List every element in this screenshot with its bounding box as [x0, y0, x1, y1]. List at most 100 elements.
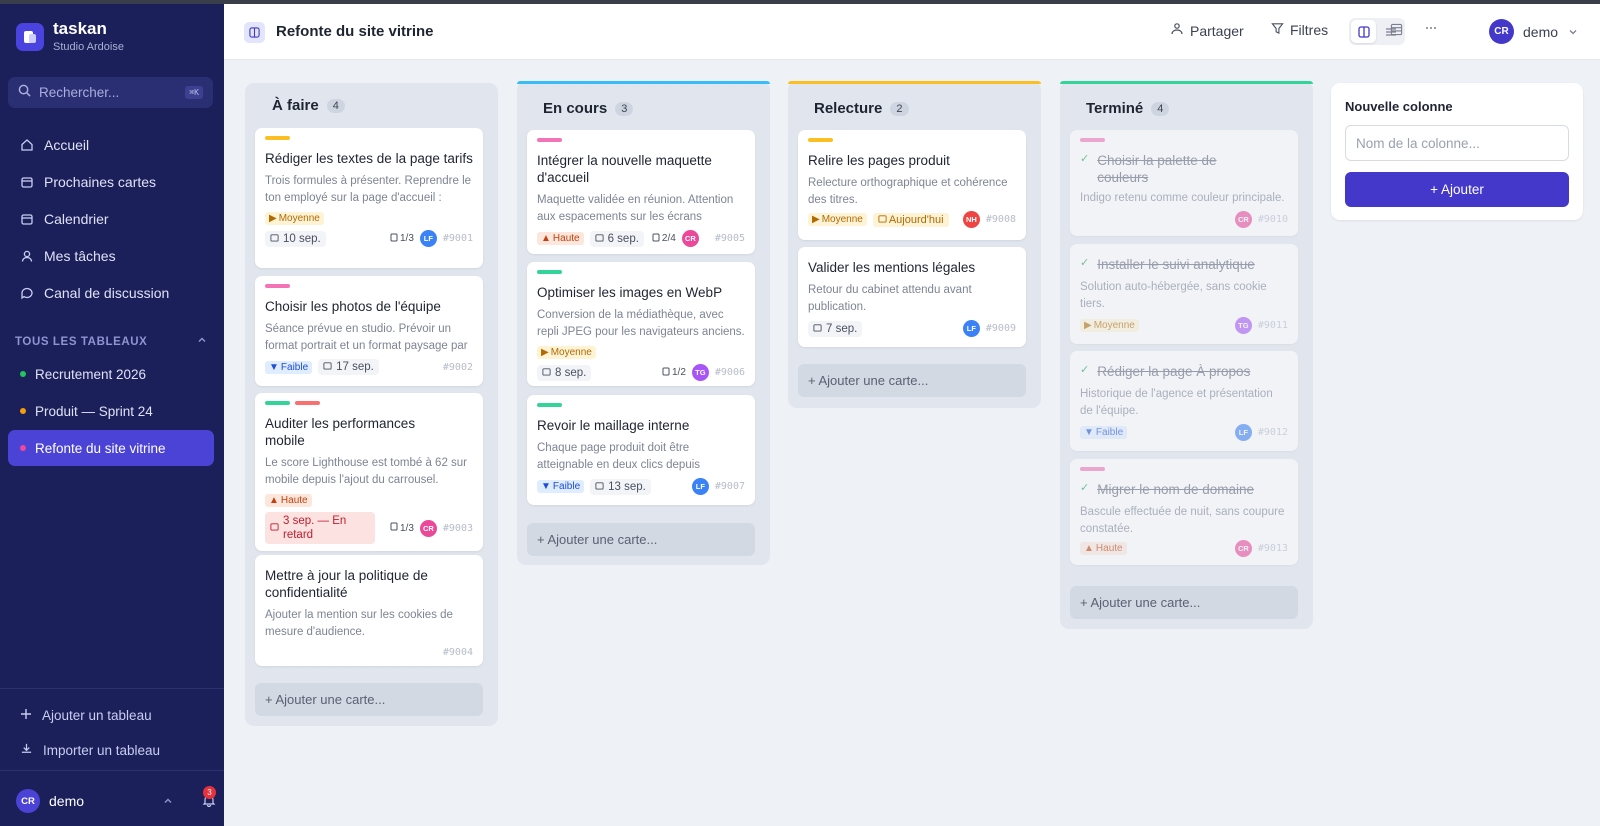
card-id: #9001	[442, 233, 473, 244]
window-top-edge	[0, 0, 1600, 4]
card[interactable]: Revoir le maillage interne Chaque page p…	[527, 395, 755, 505]
check-icon: ✓	[1080, 257, 1090, 269]
column-count-badge: 4	[326, 98, 345, 113]
priority-label: Haute	[552, 233, 580, 244]
assignee-avatar[interactable]: NH	[962, 211, 980, 228]
card-completed[interactable]: ✓ Installer le suivi analytique Solution…	[1070, 244, 1298, 344]
filters-label: Filtres	[1290, 22, 1329, 38]
column-header[interactable]: À faire 4	[272, 97, 345, 114]
nav-item-home[interactable]: Accueil	[8, 126, 214, 163]
add-card-button[interactable]: + Ajouter une carte...	[255, 683, 483, 716]
card[interactable]: Choisir les photos de l'équipe Séance pr…	[255, 276, 483, 386]
card-meta: ▼ Faible 17 sep. #9002	[265, 359, 473, 375]
add-board-button[interactable]: Ajouter un tableau	[20, 708, 152, 723]
brand[interactable]: taskan Studio Ardoise	[16, 20, 124, 53]
due-date: Aujourd'hui	[888, 213, 944, 226]
column-relecture: Relecture 2 Relire les pages produit Rel…	[788, 81, 1041, 408]
card-labels	[1080, 138, 1288, 143]
share-button[interactable]: Partager	[1170, 22, 1244, 39]
card-meta: 8 sep. 1/2 TG #9006	[537, 364, 745, 381]
kanban-view-button[interactable]	[1351, 20, 1376, 43]
board-label: Produit — Sprint 24	[35, 403, 153, 419]
column-header[interactable]: Terminé 4	[1086, 100, 1170, 117]
card-tags: ▲ Haute	[265, 494, 473, 507]
card[interactable]: Relire les pages produit Relecture ortho…	[798, 130, 1026, 240]
assignee-avatar[interactable]: LF	[1234, 424, 1252, 441]
card-meta: ▼ Faible 13 sep. LF #9007	[537, 478, 745, 495]
assignee-avatar[interactable]: TG	[1234, 317, 1252, 334]
table-view-button[interactable]	[1390, 23, 1403, 39]
column-header[interactable]: Relecture 2	[814, 100, 909, 117]
filters-button[interactable]: Filtres	[1271, 22, 1328, 38]
assignee-avatar[interactable]: LF	[419, 230, 437, 247]
card-id: #9011	[1257, 320, 1288, 331]
column-title: En cours	[543, 100, 608, 117]
nav-item-discussion[interactable]: Canal de discussion	[8, 274, 214, 311]
user-account-menu[interactable]: CR demo	[1489, 19, 1578, 44]
nav-item-calendar[interactable]: Calendrier	[8, 200, 214, 237]
card-meta: CR #9010	[1080, 211, 1288, 228]
nav-item-my-tasks[interactable]: Mes tâches	[8, 237, 214, 274]
home-icon	[20, 138, 34, 152]
priority-badge: ▶ Moyenne	[265, 212, 324, 225]
due-date: 3 sep. — En retard	[283, 515, 347, 541]
card-description: Retour du cabinet attendu avant publicat…	[808, 284, 972, 313]
priority-arrow-icon: ▶	[812, 214, 820, 225]
add-column-button[interactable]: + Ajouter	[1345, 172, 1569, 207]
divider	[0, 688, 224, 689]
assignee-avatar[interactable]: CR	[1234, 540, 1252, 557]
priority-badge: ▶ Moyenne	[1080, 319, 1139, 332]
add-card-button[interactable]: + Ajouter une carte...	[1070, 586, 1298, 619]
card-title: Rédiger les textes de la page tarifs	[265, 151, 473, 166]
add-card-button[interactable]: + Ajouter une carte...	[798, 364, 1026, 397]
user-menu[interactable]: CR demo	[16, 789, 216, 813]
search-box[interactable]: ⌘K	[8, 77, 213, 108]
board-item-produit[interactable]: Produit — Sprint 24	[8, 393, 214, 429]
search-input[interactable]	[39, 85, 169, 100]
card-title: Installer le suivi analytique	[1097, 257, 1255, 272]
card-title: Choisir les photos de l'équipe	[265, 299, 441, 314]
card[interactable]: Rédiger les textes de la page tarifs Tro…	[255, 128, 483, 268]
priority-arrow-icon: ▶	[1084, 320, 1092, 331]
card-id: #9005	[714, 233, 745, 244]
assignee-avatar[interactable]: CR	[1234, 211, 1252, 228]
assignee-avatar[interactable]: CR	[419, 519, 437, 537]
card-title: Mettre à jour la politique de confidenti…	[265, 568, 428, 600]
boards-section-header[interactable]: TOUS LES TABLEAUX	[15, 335, 207, 348]
assignee-avatar[interactable]: LF	[962, 320, 980, 337]
column-count-badge: 2	[890, 101, 909, 116]
priority-arrow-icon: ▲	[1084, 543, 1094, 554]
checklist-icon	[662, 367, 670, 379]
priority-label: Faible	[1095, 427, 1124, 438]
checklist-count: 1/2	[671, 367, 686, 378]
due-date-chip: 13 sep.	[590, 478, 651, 495]
due-date: 6 sep.	[607, 232, 639, 245]
add-card-button[interactable]: + Ajouter une carte...	[527, 523, 755, 556]
topbar: Refonte du site vitrine Partager Filtres…	[224, 4, 1600, 60]
board-item-refonte[interactable]: Refonte du site vitrine	[8, 430, 214, 466]
column-name-input[interactable]	[1345, 125, 1569, 161]
assignee-avatar[interactable]: CR	[681, 230, 699, 247]
card[interactable]: Optimiser les images en WebP Conversion …	[527, 262, 755, 386]
nav-item-upcoming[interactable]: Prochaines cartes	[8, 163, 214, 200]
card-completed[interactable]: ✓ Migrer le nom de domaine Bascule effec…	[1070, 459, 1298, 565]
more-options-button[interactable]	[1424, 21, 1438, 38]
card-id: #9009	[985, 323, 1016, 334]
card-meta: 10 sep. 1/3 LF #9001	[265, 230, 473, 247]
avatar: CR	[16, 789, 40, 813]
card-completed[interactable]: ✓ Rédiger la page À propos Historique de…	[1070, 351, 1298, 451]
card-completed[interactable]: ✓ Choisir la palette de couleurs Indigo …	[1070, 130, 1298, 236]
column-header[interactable]: En cours 3	[543, 100, 634, 117]
assignee-avatar[interactable]: LF	[691, 478, 709, 495]
card[interactable]: Intégrer la nouvelle maquette d'accueil …	[527, 130, 755, 254]
board-item-recrutement[interactable]: Recrutement 2026	[8, 356, 214, 392]
card[interactable]: Valider les mentions légales Retour du c…	[798, 247, 1026, 347]
assignee-avatar[interactable]: TG	[691, 364, 709, 381]
column-title: Relecture	[814, 100, 883, 117]
column-a-faire: À faire 4 Rédiger les textes de la page …	[245, 83, 498, 726]
card[interactable]: Mettre à jour la politique de confidenti…	[255, 555, 483, 666]
due-date: 8 sep.	[555, 366, 587, 379]
import-board-button[interactable]: Importer un tableau	[20, 742, 160, 758]
checklist-icon	[652, 233, 660, 245]
card[interactable]: Auditer les performances mobile Le score…	[255, 393, 483, 551]
